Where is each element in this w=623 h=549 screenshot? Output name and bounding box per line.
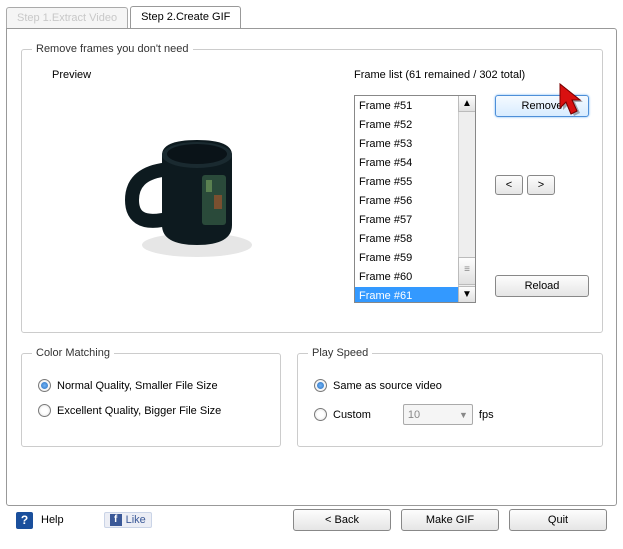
bottom-bar: ? Help f Like < Back Make GIF Quit [0, 500, 623, 540]
remove-button[interactable]: Remove [495, 95, 589, 117]
scroll-up-icon[interactable]: ▲ [458, 95, 476, 112]
list-item[interactable]: Frame #55 [355, 173, 458, 192]
radio-same-as-source[interactable]: Same as source video [314, 379, 586, 392]
remove-frames-legend: Remove frames you don't need [32, 43, 193, 55]
mug-icon [102, 120, 272, 270]
radio-custom-fps[interactable]: Custom 10 ▼ fps [314, 404, 586, 425]
color-matching-legend: Color Matching [32, 347, 114, 359]
list-item[interactable]: Frame #53 [355, 135, 458, 154]
color-matching-group: Color Matching Normal Quality, Smaller F… [21, 347, 281, 447]
radio-normal-quality[interactable]: Normal Quality, Smaller File Size [38, 379, 264, 392]
like-label: Like [126, 514, 146, 526]
help-link[interactable]: Help [41, 514, 64, 526]
quit-button[interactable]: Quit [509, 509, 607, 531]
radio-icon [38, 379, 51, 392]
scroll-down-icon[interactable]: ▼ [458, 286, 476, 303]
prev-frame-button[interactable]: < [495, 175, 523, 195]
facebook-icon: f [110, 514, 122, 526]
radio-excellent-quality[interactable]: Excellent Quality, Bigger File Size [38, 404, 264, 417]
radio-icon [314, 379, 327, 392]
scrollbar[interactable]: ▲ ▼ [458, 96, 475, 302]
chevron-down-icon: ▼ [459, 410, 468, 420]
radio-label: Custom [333, 409, 371, 421]
facebook-like-button[interactable]: f Like [104, 512, 152, 528]
list-item[interactable]: Frame #56 [355, 192, 458, 211]
radio-label: Same as source video [333, 380, 442, 392]
preview-image [42, 95, 332, 295]
fps-value: 10 [408, 409, 420, 421]
tab-bar: Step 1.Extract Video Step 2.Create GIF [0, 0, 623, 28]
list-item[interactable]: Frame #61 [355, 287, 458, 302]
fps-combo[interactable]: 10 ▼ [403, 404, 473, 425]
radio-icon [314, 408, 327, 421]
frame-listbox[interactable]: Frame #51Frame #52Frame #53Frame #54Fram… [354, 95, 476, 303]
radio-icon [38, 404, 51, 417]
fps-label: fps [479, 409, 494, 421]
play-speed-group: Play Speed Same as source video Custom 1… [297, 347, 603, 447]
remove-frames-group: Remove frames you don't need Preview Fra… [21, 43, 603, 333]
list-item[interactable]: Frame #60 [355, 268, 458, 287]
tab-panel-create-gif: Remove frames you don't need Preview Fra… [6, 28, 617, 506]
help-icon[interactable]: ? [16, 512, 33, 529]
tab-create-gif[interactable]: Step 2.Create GIF [130, 6, 241, 28]
preview-label: Preview [52, 69, 91, 81]
list-item[interactable]: Frame #58 [355, 230, 458, 249]
list-item[interactable]: Frame #59 [355, 249, 458, 268]
frame-list-label: Frame list (61 remained / 302 total) [354, 69, 525, 81]
list-item[interactable]: Frame #51 [355, 97, 458, 116]
make-gif-button[interactable]: Make GIF [401, 509, 499, 531]
next-frame-button[interactable]: > [527, 175, 555, 195]
list-item[interactable]: Frame #54 [355, 154, 458, 173]
radio-label: Normal Quality, Smaller File Size [57, 380, 218, 392]
radio-label: Excellent Quality, Bigger File Size [57, 405, 221, 417]
play-speed-legend: Play Speed [308, 347, 372, 359]
tab-extract-video[interactable]: Step 1.Extract Video [6, 7, 128, 29]
scroll-thumb[interactable] [458, 257, 476, 285]
list-item[interactable]: Frame #52 [355, 116, 458, 135]
back-button[interactable]: < Back [293, 509, 391, 531]
reload-button[interactable]: Reload [495, 275, 589, 297]
list-item[interactable]: Frame #57 [355, 211, 458, 230]
